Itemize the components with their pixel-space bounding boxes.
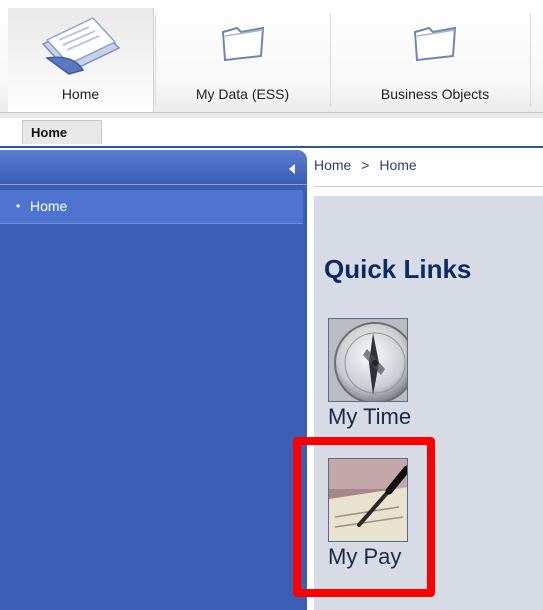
subtab-divider	[0, 146, 543, 148]
sidebar-item-home[interactable]: • Home	[0, 190, 303, 224]
collapse-panel-icon[interactable]	[289, 164, 295, 174]
quick-link-label: My Time	[328, 404, 412, 429]
tab-divider	[330, 14, 331, 106]
breadcrumb-divider	[314, 186, 543, 187]
quick-links-title: Quick Links	[324, 254, 472, 284]
tab-business-objects[interactable]: Business Objects	[335, 8, 535, 112]
breadcrumb-separator: >	[361, 157, 370, 173]
subtab-bar: Home	[0, 118, 543, 148]
tab-home-label: Home	[61, 86, 100, 102]
sidebar-item-label: Home	[30, 198, 68, 214]
documents-icon	[33, 14, 129, 89]
tab-business-objects-label: Business Objects	[380, 86, 490, 102]
tab-home[interactable]: Home	[8, 8, 154, 113]
breadcrumb-item[interactable]: Home	[314, 157, 351, 173]
detailed-navigation-panel: • Home	[0, 150, 307, 610]
tab-my-data-ess-label: My Data (ESS)	[195, 86, 290, 102]
breadcrumb-current: Home	[379, 157, 417, 173]
quick-link-my-time[interactable]: My Time	[328, 318, 438, 430]
top-navigation: Home My Data (ESS) Business Objects	[0, 0, 543, 118]
tab-divider	[155, 14, 156, 106]
folder-icon	[213, 14, 273, 69]
panel-header	[0, 150, 307, 185]
tab-divider	[530, 14, 531, 106]
highlight-box	[293, 437, 435, 597]
subtab-home[interactable]: Home	[22, 120, 102, 144]
bullet-icon: •	[16, 199, 21, 213]
folder-icon	[405, 14, 465, 69]
breadcrumb: Home > Home	[314, 150, 543, 188]
compass-icon[interactable]	[328, 318, 408, 402]
topnav-divider	[0, 112, 543, 113]
tab-my-data-ess[interactable]: My Data (ESS)	[160, 8, 325, 112]
